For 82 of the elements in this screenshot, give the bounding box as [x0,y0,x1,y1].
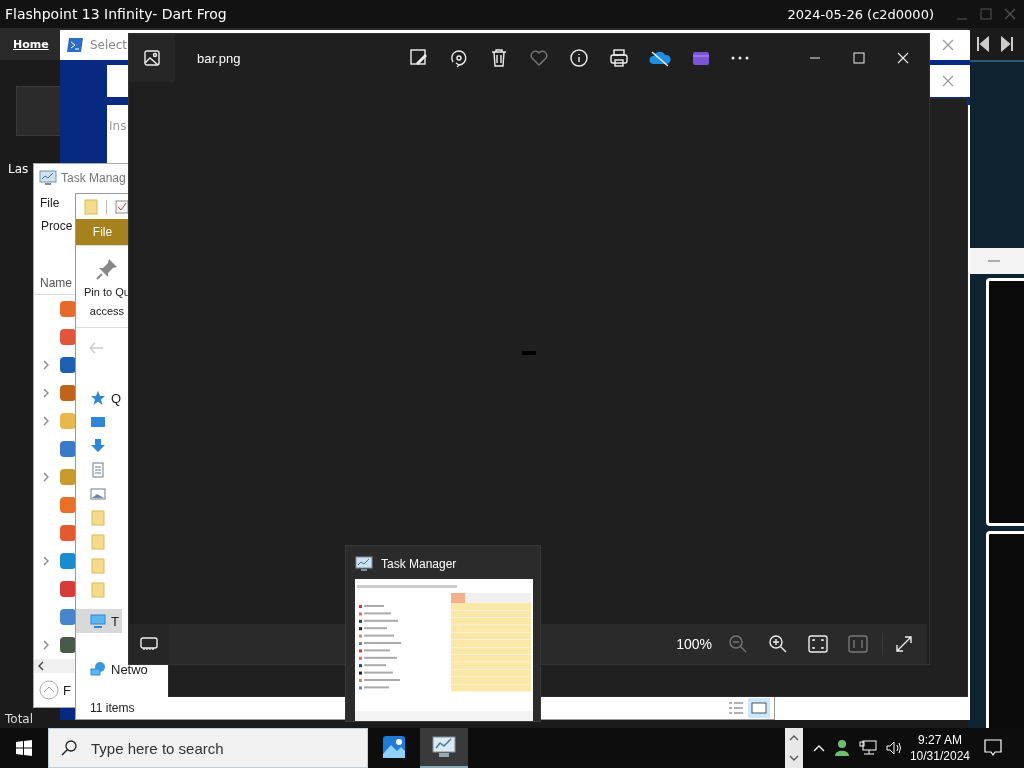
scroll-left-icon[interactable] [36,661,46,671]
rotate-icon[interactable] [449,48,469,68]
tree-item[interactable]: Q [76,386,125,410]
network-icon[interactable] [858,740,877,756]
window-title: Flashpoint 13 Infinity- Dart Frog [5,6,227,22]
chevron-icon[interactable] [42,415,50,427]
chevron-icon[interactable] [42,471,50,483]
details-button[interactable]: F [63,682,71,698]
folder-icon [90,510,106,526]
search-field[interactable]: Type here to search [89,738,349,758]
zoom-in-icon[interactable] [768,634,788,654]
star-icon [90,390,106,406]
monitor-icon [90,613,106,629]
card [16,86,62,136]
zoom-level: 100% [676,636,712,652]
more-icon[interactable] [731,56,749,60]
monitor-chart-icon [355,555,373,572]
picture-frame-icon[interactable] [144,50,160,66]
pin-label: access [89,305,125,318]
monitor-chart-icon [431,734,457,760]
taskbar-app[interactable] [420,728,468,768]
chevron-up-icon[interactable] [812,744,825,752]
previous-icon[interactable] [976,36,990,52]
thumbnail-title: Task Manager [381,556,457,571]
minimize-icon[interactable] [988,259,1000,263]
heart-icon[interactable] [529,48,549,68]
terminal-icon [66,37,84,53]
photos-app-icon [381,734,407,760]
clock[interactable]: 9:27 AM 10/31/2024 [909,732,970,764]
section-label: Las [8,162,29,176]
scroll-up-icon[interactable] [788,735,799,741]
ribbon-tab[interactable]: File [76,219,129,245]
time-text: 9:27 AM [917,732,962,748]
collapse-icon[interactable] [39,680,59,700]
tab[interactable]: Proce [41,219,73,233]
menu-item[interactable]: File [40,195,60,210]
fullscreen-icon[interactable] [895,635,913,653]
window-title: Task Manag [61,170,126,185]
monitor-chart-icon [39,169,57,186]
chevron-icon[interactable] [42,639,50,651]
total-label: Total [5,712,35,726]
date-text: 10/31/2024 [909,748,970,764]
status-text: 11 items [90,700,135,715]
desktop-icon [90,414,106,430]
version-label: 2024-05-26 (c2d0000) [787,6,934,22]
next-icon[interactable] [1000,36,1014,52]
notification-icon[interactable] [984,739,1002,757]
filmstrip-icon[interactable] [140,637,158,651]
actual-size-icon[interactable] [848,635,868,653]
zoom-out-icon[interactable] [728,634,748,654]
search-box[interactable]: Type here to search [48,728,368,768]
edit-image-icon[interactable] [409,48,429,68]
thumbnail-view-icon[interactable] [748,697,770,718]
print-icon[interactable] [609,48,629,68]
document-icon [90,462,106,478]
file-name: bar.png [197,50,242,66]
download-icon [90,438,106,454]
chevron-icon[interactable] [42,387,50,399]
info-icon[interactable] [569,48,589,68]
dialog-text: Ins [109,119,127,133]
network-icon [90,661,106,677]
home-link[interactable]: Home [13,37,49,51]
folder-icon [90,534,106,550]
chevron-icon[interactable] [42,359,50,371]
tree-item[interactable]: Netwo [76,657,151,681]
delete-icon[interactable] [489,48,509,68]
checkbox-icon[interactable] [115,199,129,214]
scroll-down-icon[interactable] [788,755,799,761]
pictures-icon [90,486,106,502]
fit-screen-icon[interactable] [808,635,828,653]
search-icon [61,740,77,756]
dialog-title: Select [90,38,128,52]
windows-icon[interactable] [16,740,32,756]
cloud-icon[interactable] [649,48,671,68]
folder-icon [90,582,106,598]
person-icon[interactable] [833,739,850,757]
chevron-icon[interactable] [42,555,50,567]
volume-icon[interactable] [885,741,902,755]
folder-icon [90,558,106,574]
tree-item[interactable]: T [76,609,122,633]
pin-icon[interactable] [95,258,118,280]
column-header[interactable]: Name [40,275,72,290]
